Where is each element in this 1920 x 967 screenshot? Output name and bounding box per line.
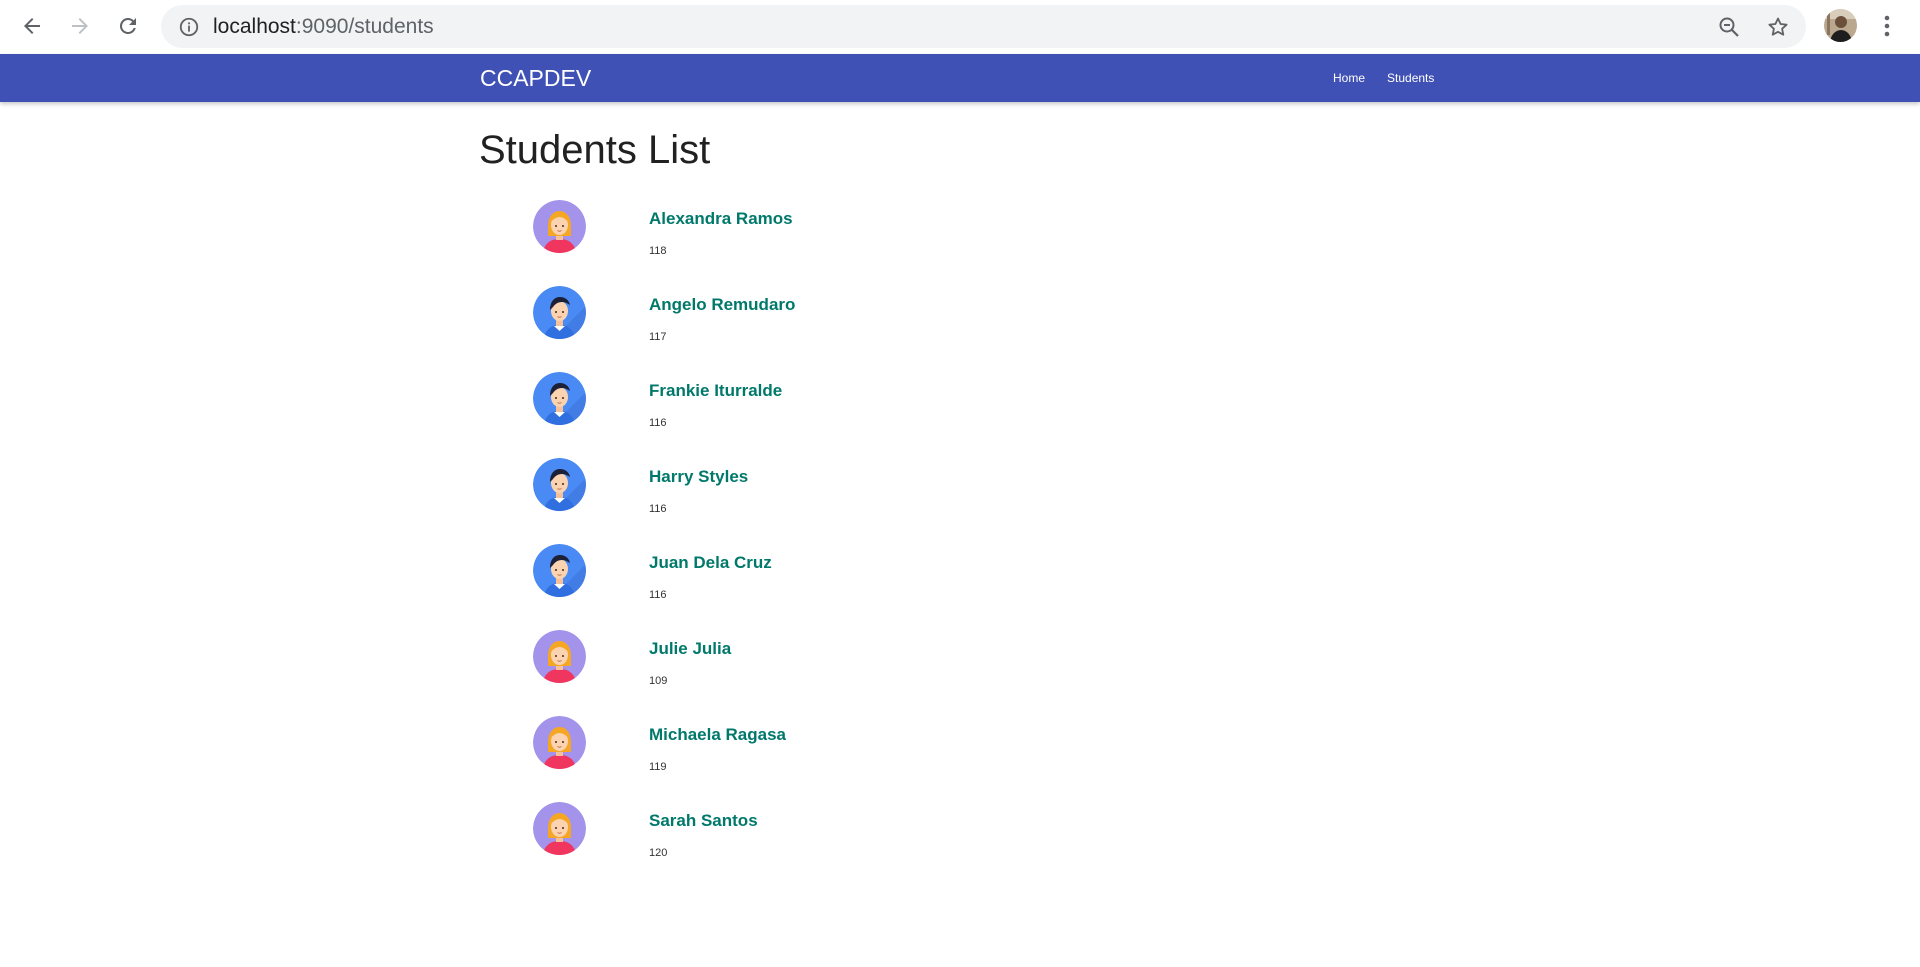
avatar (533, 630, 586, 683)
male-avatar-icon (533, 372, 586, 425)
student-row: Michaela Ragasa 119 (533, 716, 1133, 776)
student-id: 116 (649, 589, 667, 601)
forward-button[interactable] (60, 11, 100, 41)
student-row: Julie Julia 109 (533, 630, 1133, 690)
student-name-link[interactable]: Juan Dela Cruz (649, 553, 772, 573)
avatar (533, 458, 586, 511)
back-button[interactable] (12, 11, 52, 41)
nav-link-students[interactable]: Students (1376, 71, 1445, 85)
student-name-link[interactable]: Julie Julia (649, 639, 731, 659)
site-info-button[interactable] (175, 13, 203, 41)
avatar (533, 802, 586, 855)
kebab-menu-icon (1884, 15, 1890, 37)
bookmark-button[interactable] (1764, 13, 1792, 41)
avatar (533, 200, 586, 253)
student-row: Angelo Remudaro 117 (533, 286, 1133, 346)
page-title: Students List (479, 128, 711, 172)
student-id: 117 (649, 331, 667, 343)
reload-icon (119, 17, 136, 34)
arrow-right-icon (72, 18, 88, 34)
browser-toolbar: localhost:9090/students (0, 0, 1920, 54)
student-name-link[interactable]: Michaela Ragasa (649, 725, 786, 745)
student-id: 119 (649, 761, 667, 773)
url-path: :9090/students (295, 15, 434, 38)
star-icon (1768, 17, 1788, 36)
student-id: 116 (649, 417, 667, 429)
female-avatar-icon (533, 630, 586, 683)
female-avatar-icon (533, 802, 586, 855)
student-row: Sarah Santos 120 (533, 802, 1133, 862)
profile-photo-icon (1824, 9, 1857, 42)
nav-link-home[interactable]: Home (1322, 71, 1376, 85)
student-row: Frankie Iturralde 116 (533, 372, 1133, 432)
arrow-left-icon (24, 18, 40, 34)
avatar (533, 372, 586, 425)
brand-logo[interactable]: CCAPDEV (480, 54, 591, 102)
browser-menu-button[interactable] (1873, 10, 1901, 42)
student-id: 109 (649, 675, 668, 687)
student-row: Juan Dela Cruz 116 (533, 544, 1133, 604)
student-id: 118 (649, 245, 667, 257)
app-navbar: CCAPDEV Home Students (0, 54, 1920, 102)
avatar (533, 544, 586, 597)
url-text[interactable]: localhost:9090/students (213, 5, 434, 48)
address-bar[interactable]: localhost:9090/students (161, 5, 1806, 48)
student-name-link[interactable]: Angelo Remudaro (649, 295, 795, 315)
zoom-button[interactable] (1715, 13, 1743, 41)
student-name-link[interactable]: Harry Styles (649, 467, 748, 487)
student-row: Alexandra Ramos 118 (533, 200, 1133, 260)
nav-links: Home Students (1322, 54, 1445, 102)
info-icon (179, 17, 199, 37)
student-name-link[interactable]: Frankie Iturralde (649, 381, 782, 401)
male-avatar-icon (533, 286, 586, 339)
reload-button[interactable] (108, 11, 148, 41)
female-avatar-icon (533, 716, 586, 769)
student-id: 116 (649, 503, 667, 515)
student-id: 120 (649, 847, 668, 859)
url-host: localhost (213, 15, 296, 38)
student-name-link[interactable]: Sarah Santos (649, 811, 758, 831)
male-avatar-icon (533, 458, 586, 511)
zoom-out-icon (1719, 17, 1739, 37)
student-name-link[interactable]: Alexandra Ramos (649, 209, 793, 229)
student-row: Harry Styles 116 (533, 458, 1133, 518)
profile-avatar[interactable] (1824, 9, 1857, 42)
female-avatar-icon (533, 200, 586, 253)
avatar (533, 286, 586, 339)
male-avatar-icon (533, 544, 586, 597)
avatar (533, 716, 586, 769)
